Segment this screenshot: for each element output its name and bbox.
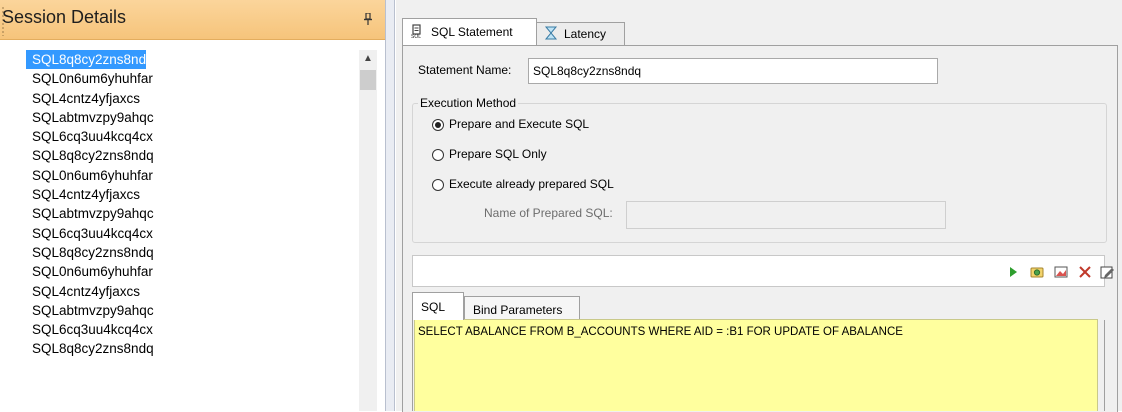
- statement-name-label: Statement Name:: [418, 63, 512, 77]
- vertical-scrollbar[interactable]: ▲: [359, 50, 377, 411]
- session-list-item[interactable]: SQL4cntz4yfjaxcs: [26, 185, 356, 204]
- session-list-item[interactable]: SQL8q8cy2zns8ndq: [26, 243, 356, 262]
- session-details-panel: Session Details SQL8q8cy2zns8ndq SQL0n6um…: [0, 0, 385, 411]
- radio-prepare-only[interactable]: Prepare SQL Only: [432, 147, 547, 161]
- hourglass-icon: [544, 26, 558, 40]
- prepared-sql-label: Name of Prepared SQL:: [484, 206, 613, 220]
- session-list-item[interactable]: SQL8q8cy2zns8ndq: [26, 339, 356, 358]
- session-list-item[interactable]: SQLabtmvzpy9ahqc: [26, 301, 356, 320]
- tab-sql-statement-label: SQL Statement: [431, 25, 513, 39]
- tab-latency-label: Latency: [564, 27, 607, 41]
- radio-button[interactable]: [432, 178, 444, 191]
- session-list-item[interactable]: SQL6cq3uu4kcq4cx: [26, 127, 356, 146]
- session-list-item[interactable]: SQL8q8cy2zns8ndq: [26, 50, 154, 70]
- radio-button[interactable]: [432, 118, 444, 131]
- radio-execute-prepared[interactable]: Execute already prepared SQL: [432, 177, 614, 191]
- panel-splitter[interactable]: [385, 0, 395, 411]
- session-list[interactable]: SQL8q8cy2zns8ndq SQL0n6um6yhuhfar SQL4cntz…: [26, 50, 356, 359]
- scroll-up-icon[interactable]: ▲: [359, 50, 377, 68]
- session-list-item[interactable]: SQL6cq3uu4kcq4cx: [26, 224, 356, 243]
- session-list-item[interactable]: SQL0n6um6yhuhfar: [26, 69, 356, 88]
- tab-sql[interactable]: SQL: [412, 292, 464, 320]
- radio-prepare-execute[interactable]: Prepare and Execute SQL: [432, 117, 589, 131]
- tab-bind-parameters[interactable]: Bind Parameters: [464, 296, 580, 320]
- execution-method-label: Execution Method: [418, 96, 519, 110]
- image-icon[interactable]: [1053, 264, 1069, 280]
- session-list-item[interactable]: SQL4cntz4yfjaxcs: [26, 282, 356, 301]
- radio-label: Execute already prepared SQL: [449, 177, 614, 191]
- session-list-item[interactable]: SQLabtmvzpy9ahqc: [26, 108, 356, 127]
- edit-icon[interactable]: [1099, 264, 1115, 280]
- sql-statement-icon: SQL: [411, 24, 421, 38]
- delete-icon[interactable]: [1077, 264, 1093, 280]
- tab-strip: SQL SQL Statement Latency: [396, 0, 1122, 46]
- tab-latency[interactable]: Latency: [535, 22, 625, 45]
- editor-tabs: SQL Bind Parameters: [412, 292, 1105, 320]
- svg-text:SQL: SQL: [411, 34, 421, 38]
- session-list-item[interactable]: SQL0n6um6yhuhfar: [26, 262, 356, 281]
- open-icon[interactable]: [1029, 264, 1045, 280]
- session-list-item[interactable]: SQL4cntz4yfjaxcs: [26, 89, 356, 108]
- radio-button[interactable]: [432, 148, 444, 161]
- panel-title: Session Details: [2, 7, 127, 27]
- session-list-item[interactable]: SQL8q8cy2zns8ndq: [26, 146, 356, 165]
- radio-label: Prepare and Execute SQL: [449, 117, 590, 131]
- prepared-sql-input: [626, 201, 946, 229]
- session-list-item[interactable]: SQL0n6um6yhuhfar: [26, 166, 356, 185]
- session-details-header: Session Details: [0, 0, 385, 40]
- radio-label: Prepare SQL Only: [449, 147, 547, 161]
- sql-toolbar: [412, 255, 1114, 287]
- pin-icon[interactable]: [363, 13, 373, 25]
- tab-sql-statement[interactable]: SQL SQL Statement: [402, 18, 537, 45]
- scroll-thumb[interactable]: [360, 70, 376, 90]
- sql-editor[interactable]: SELECT ABALANCE FROM B_ACCOUNTS WHERE AI…: [414, 319, 1098, 411]
- statement-name-input[interactable]: [528, 58, 938, 84]
- session-list-item[interactable]: SQLabtmvzpy9ahqc: [26, 204, 356, 223]
- run-icon[interactable]: [1005, 264, 1021, 280]
- session-list-item[interactable]: SQL6cq3uu4kcq4cx: [26, 320, 356, 339]
- statement-panel: SQL SQL Statement Latency Statement Name…: [396, 0, 1122, 412]
